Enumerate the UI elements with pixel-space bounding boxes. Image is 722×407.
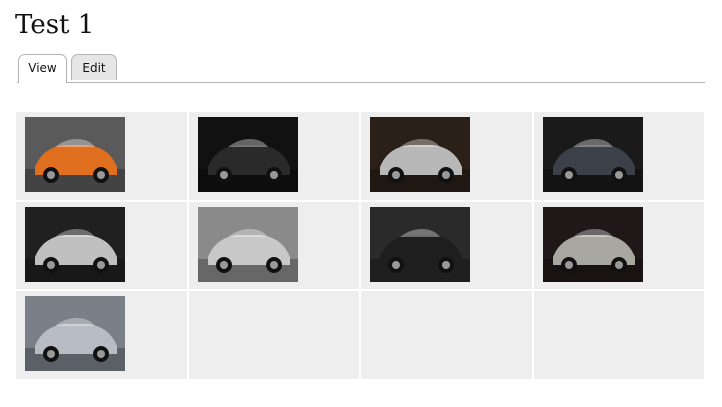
- gallery-cell: [533, 112, 704, 200]
- gallery-thumbnail[interactable]: [25, 117, 125, 192]
- gallery-thumbnail[interactable]: [370, 117, 470, 192]
- gallery-thumbnail[interactable]: [25, 206, 125, 282]
- gear-shift-photo: [197, 117, 298, 192]
- tab-edit[interactable]: Edit: [71, 54, 117, 80]
- gallery-thumbnail[interactable]: [25, 296, 125, 372]
- silver-convertible-photo: [542, 206, 643, 282]
- image-gallery: [16, 112, 704, 379]
- gallery-thumbnail[interactable]: [542, 206, 643, 282]
- silver-dbs-photo: [25, 296, 125, 372]
- dark-car-showroom-photo: [542, 117, 643, 192]
- gallery-cell: [361, 201, 532, 290]
- gallery-cell: [188, 112, 359, 200]
- page-title: Test 1: [15, 10, 95, 40]
- gallery-cell-empty: [533, 291, 704, 379]
- gallery-cell-empty: [188, 291, 359, 379]
- orange-car-photo: [25, 117, 125, 192]
- gallery-cell: [16, 201, 187, 290]
- gallery-cell: [361, 112, 532, 200]
- gallery-thumbnail[interactable]: [197, 117, 298, 192]
- gallery-cell-empty: [361, 291, 532, 379]
- gallery-thumbnail[interactable]: [370, 206, 470, 282]
- gallery-cell: [533, 201, 704, 290]
- gallery-cell: [16, 291, 187, 379]
- gallery-cell: [16, 112, 187, 200]
- wheel-rim-photo: [25, 206, 125, 282]
- gallery-thumbnail[interactable]: [197, 206, 298, 282]
- black-bentley-photo: [370, 206, 470, 282]
- silver-aston-martin-photo: [370, 117, 470, 192]
- tab-bar: View Edit: [17, 54, 705, 83]
- silver-porsche-photo: [197, 206, 298, 282]
- gallery-cell: [188, 201, 359, 290]
- tab-view[interactable]: View: [18, 54, 67, 83]
- gallery-thumbnail[interactable]: [542, 117, 643, 192]
